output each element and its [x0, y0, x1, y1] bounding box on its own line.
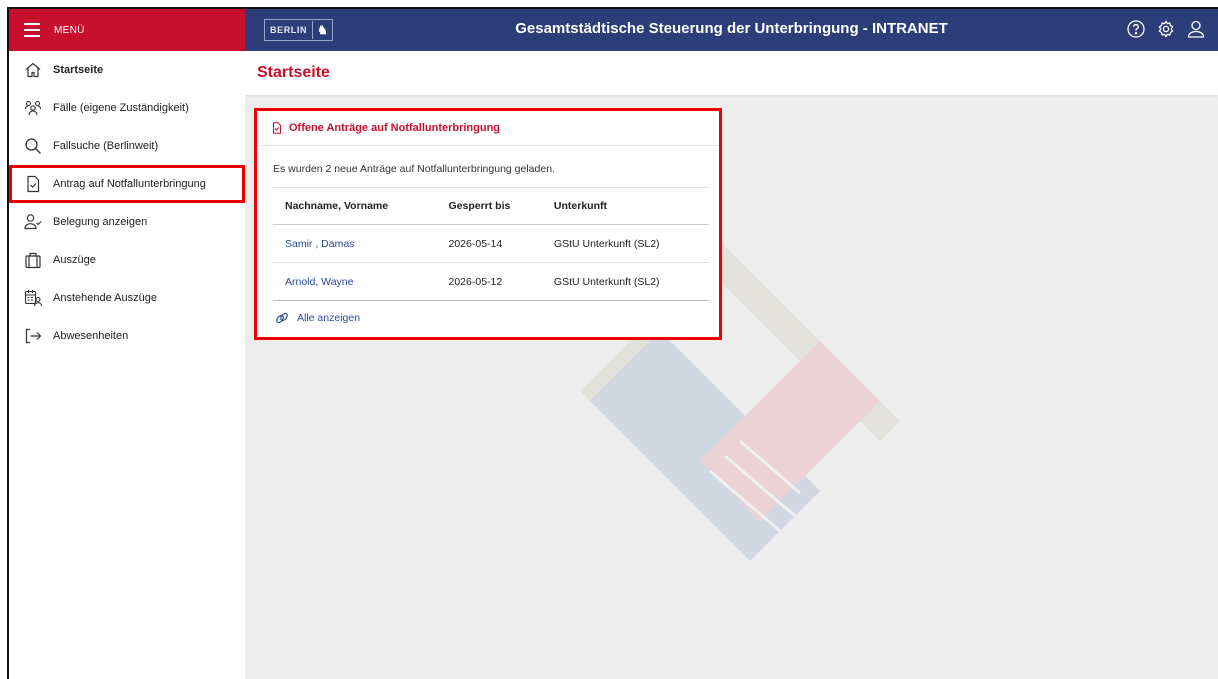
document-check-icon	[24, 175, 42, 193]
case-link[interactable]: Arnold, Wayne	[285, 276, 353, 288]
table-row: Arnold, Wayne 2026-05-12 GStU Unterkunft…	[273, 262, 709, 301]
table-row: Samir , Damas 2026-05-14 GStU Unterkunft…	[273, 224, 709, 263]
top-bar: BERLIN ♞ Gesamtstädtische Steuerung der …	[245, 9, 1218, 51]
link-icon	[276, 312, 288, 324]
search-icon	[24, 137, 42, 155]
sidebar-item-antrag[interactable]: Antrag auf Notfallunterbringung	[9, 165, 245, 203]
card-header: Offene Anträge auf Notfallunterbringung	[257, 111, 719, 146]
show-all-label: Alle anzeigen	[297, 312, 361, 324]
table-cell-unterkunft: GStU Unterkunft (SL2)	[541, 224, 709, 263]
table-cell-unterkunft: GStU Unterkunft (SL2)	[541, 262, 709, 301]
logo-text: BERLIN	[270, 25, 308, 35]
sidebar-item-fallsuche[interactable]: Fallsuche (Berlinweit)	[9, 127, 245, 165]
column-header: Nachname, Vorname	[273, 187, 437, 225]
show-all-link[interactable]: Alle anzeigen	[275, 311, 719, 325]
page-title: Startseite	[257, 64, 330, 81]
app-title: Gesamtstädtische Steuerung der Unterbrin…	[515, 20, 948, 37]
app-frame: MENÜ BERLIN ♞ Gesamtstädtische Steuerung…	[7, 7, 1218, 679]
column-header: Gesperrt bis	[436, 187, 542, 225]
bear-icon: ♞	[312, 21, 332, 39]
calendar-user-icon	[24, 289, 42, 307]
hamburger-icon[interactable]	[24, 23, 40, 37]
help-icon[interactable]	[1126, 19, 1146, 39]
notfall-card: Offene Anträge auf Notfallunterbringung …	[254, 108, 722, 340]
page-header: Startseite	[245, 51, 1218, 95]
menu-toggle[interactable]: MENÜ	[9, 9, 245, 51]
card-info-text: Es wurden 2 neue Anträge auf Notfallunte…	[273, 163, 555, 175]
sidebar-item-label: Fallsuche (Berlinweit)	[53, 140, 159, 152]
sidebar-item-label: Fälle (eigene Zuständigkeit)	[53, 102, 189, 114]
berlin-logo: BERLIN ♞	[264, 19, 334, 41]
user-check-icon	[24, 213, 42, 231]
menu-label: MENÜ	[54, 24, 85, 36]
table-cell-date: 2026-05-14	[436, 224, 542, 263]
bag-icon	[24, 251, 42, 269]
sidebar-item-belegung[interactable]: Belegung anzeigen	[9, 203, 245, 241]
sidebar-item-faelle[interactable]: Fälle (eigene Zuständigkeit)	[9, 89, 245, 127]
sidebar: Startseite Fälle (eigene Zuständigkeit) …	[9, 51, 246, 679]
case-link[interactable]: Samir , Damas	[285, 238, 354, 250]
people-icon	[24, 99, 42, 117]
user-icon[interactable]	[1186, 19, 1206, 39]
document-check-icon	[273, 122, 281, 134]
sidebar-item-label: Belegung anzeigen	[53, 216, 148, 228]
card-title: Offene Anträge auf Notfallunterbringung	[289, 122, 501, 134]
sidebar-item-abwesenheiten[interactable]: Abwesenheiten	[9, 317, 245, 355]
antraege-table: Nachname, Vorname Gesperrt bis Unterkunf…	[273, 187, 709, 301]
column-header: Unterkunft	[541, 187, 709, 225]
sidebar-item-label: Startseite	[53, 64, 104, 76]
sidebar-item-anstehende-auszuege[interactable]: Anstehende Auszüge	[9, 279, 245, 317]
sidebar-item-label: Abwesenheiten	[53, 330, 129, 342]
exit-icon	[24, 327, 42, 345]
sidebar-item-label: Anstehende Auszüge	[53, 292, 157, 304]
settings-icon[interactable]	[1156, 19, 1176, 39]
home-icon	[24, 61, 42, 79]
sidebar-item-label: Antrag auf Notfallunterbringung	[53, 178, 206, 190]
sidebar-item-label: Auszüge	[53, 254, 96, 266]
main-content: Startseite Offene Anträge auf Notfallunt…	[245, 51, 1218, 679]
table-cell-date: 2026-05-12	[436, 262, 542, 301]
sidebar-item-auszuege[interactable]: Auszüge	[9, 241, 245, 279]
sidebar-item-startseite[interactable]: Startseite	[9, 51, 245, 89]
